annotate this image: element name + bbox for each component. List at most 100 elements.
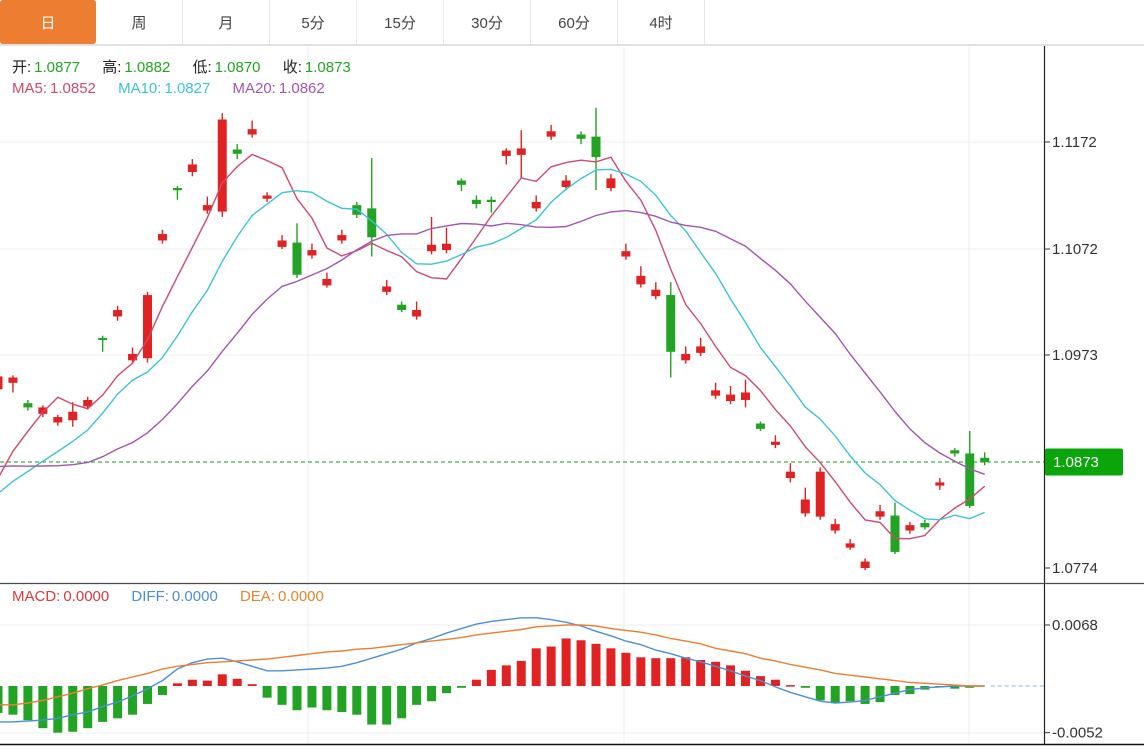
macd-bar bbox=[307, 686, 316, 708]
frame-borders bbox=[0, 46, 1144, 746]
macd-bar bbox=[562, 638, 571, 686]
macd-bar bbox=[0, 686, 3, 713]
macd-bar bbox=[412, 686, 421, 705]
macd-bar bbox=[98, 686, 107, 722]
diff-value: 0.0000 bbox=[172, 588, 218, 605]
close-label: 收: bbox=[283, 59, 302, 76]
macd-bar bbox=[278, 686, 287, 705]
candle-body bbox=[98, 338, 107, 340]
candle-body bbox=[920, 523, 929, 527]
price-tick-label: 1.1172 bbox=[1052, 134, 1097, 151]
candle-body bbox=[592, 137, 601, 157]
trading-chart-app: 日 周 月 5分 15分 30分 60分 4时 1.11721.10721.09… bbox=[0, 0, 1144, 750]
candle-body bbox=[905, 525, 914, 530]
macd-bar bbox=[876, 686, 885, 702]
candle-body bbox=[382, 286, 391, 291]
tab-30min[interactable]: 30分 bbox=[444, 0, 531, 44]
candle-body bbox=[307, 250, 316, 255]
macd-tick-label: -0.0052 bbox=[1052, 725, 1103, 742]
macd-bar bbox=[457, 686, 466, 688]
macd-bar bbox=[606, 648, 615, 686]
candle-body bbox=[53, 417, 62, 422]
tab-15min[interactable]: 15分 bbox=[357, 0, 444, 44]
macd-bar bbox=[816, 686, 825, 700]
candle-body bbox=[562, 181, 571, 187]
macd-bar bbox=[263, 686, 272, 698]
dea-value: 0.0000 bbox=[278, 588, 324, 605]
current-price-tag: 1.0873 bbox=[1045, 449, 1123, 476]
dea-label: DEA: bbox=[240, 588, 275, 605]
candle-body bbox=[517, 148, 526, 154]
candle-body bbox=[950, 450, 959, 453]
candle-body bbox=[427, 245, 436, 251]
macd-bar bbox=[188, 680, 197, 686]
macd-bar bbox=[397, 686, 406, 718]
macd-bars-layer bbox=[0, 638, 974, 732]
macd-bar bbox=[382, 686, 391, 725]
tab-60min[interactable]: 60分 bbox=[531, 0, 618, 44]
macd-bar bbox=[741, 671, 750, 686]
macd-bar bbox=[621, 653, 630, 686]
candle-body bbox=[218, 120, 227, 212]
candle-body bbox=[696, 346, 705, 352]
candle-body bbox=[278, 240, 287, 246]
ohlc-legend: 开:1.0877 高:1.0882 低:1.0870 收:1.0873 bbox=[12, 56, 369, 77]
candle-body bbox=[158, 234, 167, 240]
macd-bar bbox=[786, 685, 795, 687]
high-label: 高: bbox=[102, 59, 121, 76]
macd-bar bbox=[831, 686, 840, 703]
tab-week[interactable]: 周 bbox=[96, 0, 183, 44]
macd-bar bbox=[801, 686, 810, 688]
candle-body bbox=[472, 200, 481, 204]
candle-body bbox=[113, 310, 122, 316]
ma5-value: 1.0852 bbox=[50, 80, 96, 97]
candle-body bbox=[547, 131, 556, 136]
ma20-value: 1.0862 bbox=[279, 80, 325, 97]
macd-bar bbox=[577, 640, 586, 686]
candle-body bbox=[801, 499, 810, 513]
macd-legend: MACD:0.0000 DIFF:0.0000 DEA:0.0000 bbox=[12, 588, 342, 605]
close-value: 1.0873 bbox=[305, 59, 351, 76]
high-value: 1.0882 bbox=[124, 59, 170, 76]
macd-axis-labels: 0.0068-0.0052 bbox=[1044, 617, 1103, 742]
tab-month[interactable]: 月 bbox=[183, 0, 270, 44]
macd-bar bbox=[651, 658, 660, 686]
candle-body bbox=[502, 151, 511, 156]
candle-body bbox=[636, 276, 645, 285]
candle-body bbox=[935, 482, 944, 485]
candle-body bbox=[248, 129, 257, 134]
macd-bar bbox=[203, 681, 212, 686]
macd-bar bbox=[517, 661, 526, 686]
tab-day[interactable]: 日 bbox=[0, 0, 96, 44]
macd-bar bbox=[158, 686, 167, 695]
macd-bar bbox=[38, 686, 47, 728]
candle-body bbox=[577, 135, 586, 139]
macd-bar bbox=[352, 686, 361, 715]
candle-body bbox=[457, 181, 466, 185]
open-value: 1.0877 bbox=[34, 59, 80, 76]
candle-body bbox=[726, 395, 735, 401]
ma5-label: MA5: bbox=[12, 80, 47, 97]
macd-bar bbox=[322, 686, 331, 710]
macd-bar bbox=[502, 665, 511, 686]
macd-bar bbox=[592, 644, 601, 686]
candle-body bbox=[263, 196, 272, 199]
candle-body bbox=[711, 390, 720, 395]
candle-body bbox=[8, 377, 17, 382]
candle-body bbox=[293, 243, 302, 275]
chart-canvas[interactable]: 1.11721.10721.09731.07741.08730.0068-0.0… bbox=[0, 0, 1144, 750]
ma-legend: MA5:1.0852 MA10:1.0827 MA20:1.0862 bbox=[12, 80, 343, 97]
macd-value: 0.0000 bbox=[63, 588, 109, 605]
candle-body bbox=[786, 472, 795, 478]
macd-bar bbox=[636, 657, 645, 686]
price-tick-label: 1.0774 bbox=[1052, 560, 1098, 577]
tab-5min[interactable]: 5分 bbox=[270, 0, 357, 44]
candle-body bbox=[666, 295, 675, 352]
timeframe-tab-bar: 日 周 月 5分 15分 30分 60分 4时 bbox=[0, 0, 1144, 45]
candle-body bbox=[846, 543, 855, 547]
price-tick-label: 1.1072 bbox=[1052, 241, 1098, 258]
macd-bar bbox=[367, 686, 376, 725]
tab-4hour[interactable]: 4时 bbox=[618, 0, 705, 44]
candle-body bbox=[143, 295, 152, 358]
diff-label: DIFF: bbox=[131, 588, 169, 605]
